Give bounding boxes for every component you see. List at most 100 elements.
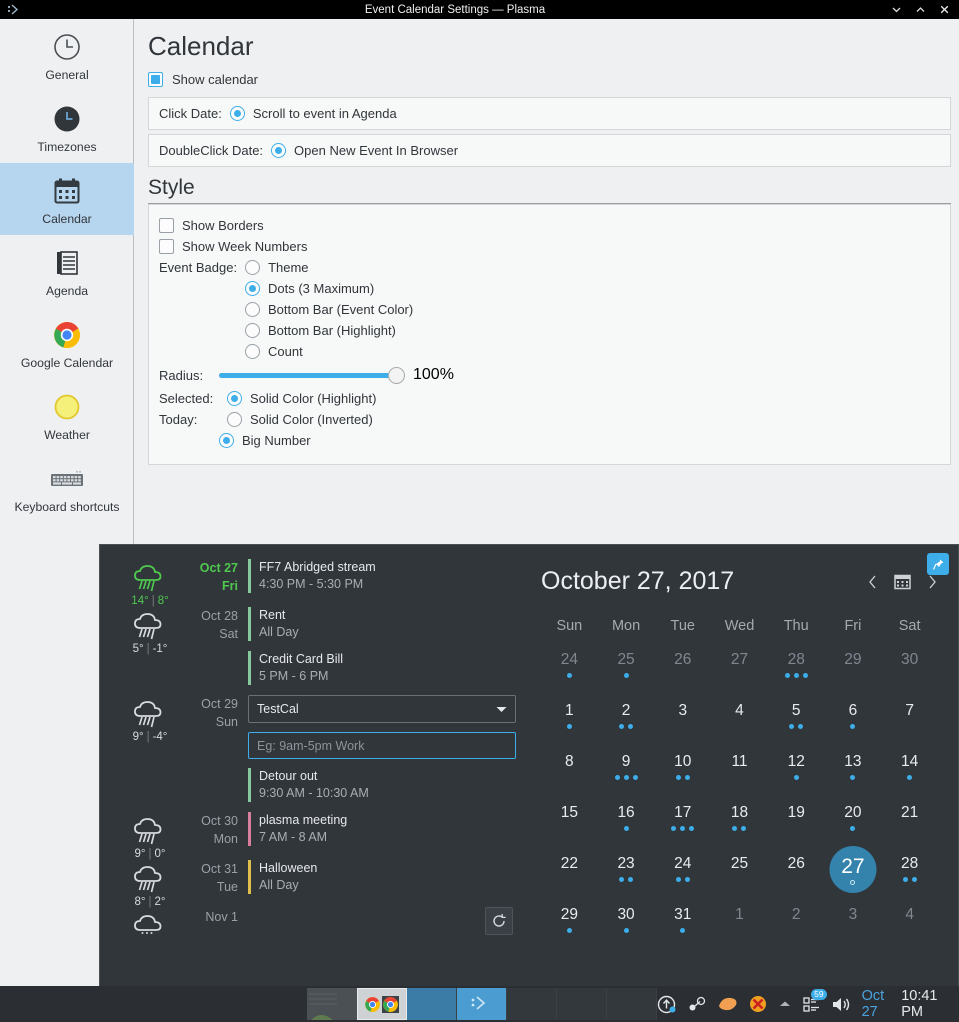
calendar-day-cell[interactable]: 1 — [711, 899, 768, 950]
sidebar-item-agenda[interactable]: Agenda — [0, 235, 134, 307]
calendar-day-cell[interactable]: 9 — [598, 746, 655, 797]
calendar-day-cell[interactable]: 25 — [711, 848, 768, 899]
prev-month-icon[interactable] — [867, 574, 878, 590]
calendar-day-cell[interactable]: 24 — [654, 848, 711, 899]
calendar-day-cell[interactable]: 7 — [881, 695, 938, 746]
agenda-event[interactable]: Detour out 9:30 AM - 10:30 AM — [248, 768, 531, 802]
agenda-day-row[interactable]: Nov 1 — [100, 908, 531, 939]
calendar-day-cell[interactable]: 11 — [711, 746, 768, 797]
maximize-icon[interactable] — [908, 0, 932, 19]
calendar-day-cell[interactable]: 29 — [541, 899, 598, 950]
sidebar-item-weather[interactable]: Weather — [0, 379, 134, 451]
agenda-event[interactable]: Credit Card Bill 5 PM - 6 PM — [248, 651, 531, 685]
show-week-numbers-checkbox[interactable] — [159, 239, 174, 254]
agenda-event[interactable]: Halloween All Day — [248, 860, 531, 894]
event-badge-radio-dots[interactable] — [245, 281, 260, 296]
updates-icon[interactable] — [657, 995, 676, 1014]
today-row-solid-color-inverted[interactable]: Today: Solid Color (Inverted) — [159, 409, 938, 430]
calendar-day-cell[interactable]: 13 — [825, 746, 882, 797]
calendar-day-cell[interactable]: 2 — [598, 695, 655, 746]
calendar-day-cell[interactable]: 27 — [711, 644, 768, 695]
selected-row[interactable]: Selected: Solid Color (Highlight) — [159, 388, 938, 409]
event-badge-radio-count[interactable] — [245, 344, 260, 359]
calendar-day-cell[interactable]: 6 — [825, 695, 882, 746]
calendar-day-cell[interactable]: 21 — [881, 797, 938, 848]
taskbar-clock[interactable]: Oct 27 10:41 PM — [862, 988, 950, 1020]
event-badge-radio-bottom-bar-event-color[interactable] — [245, 302, 260, 317]
calendar-day-cell[interactable]: 26 — [654, 644, 711, 695]
month-grid[interactable]: 24 25 26 27 28 29 30 1 2 3 4 5 6 7 8 9 10 11 12 13 14 15 16 17 1… — [541, 644, 938, 950]
calendar-day-cell[interactable]: 4 — [881, 899, 938, 950]
calendar-day-cell[interactable]: 12 — [768, 746, 825, 797]
calendar-day-cell[interactable]: 18 — [711, 797, 768, 848]
sidebar-item-timezones[interactable]: Timezones — [0, 91, 134, 163]
event-badge-row-dots[interactable]: Dots (3 Maximum) — [245, 278, 938, 299]
minimize-icon[interactable] — [884, 0, 908, 19]
calendar-day-cell[interactable]: 23 — [598, 848, 655, 899]
task-empty-slot-3[interactable] — [606, 988, 657, 1020]
agenda-day-row[interactable]: 9° | 0° Oct 30 Mon plasma meeting 7 AM - 8 AM — [100, 812, 531, 860]
event-badge-radio-theme[interactable] — [245, 260, 261, 275]
month-picker-icon[interactable] — [894, 573, 911, 590]
calendar-day-cell[interactable]: 22 — [541, 848, 598, 899]
pin-icon[interactable] — [927, 553, 949, 575]
show-borders-checkbox[interactable] — [159, 218, 174, 233]
show-hidden-icon[interactable] — [778, 999, 792, 1009]
calendar-day-cell[interactable]: 27 — [825, 846, 882, 899]
show-week-numbers-row[interactable]: Show Week Numbers — [159, 236, 938, 257]
selected-radio-solid-color-highlight[interactable] — [227, 391, 242, 406]
event-badge-row-bottom-bar-event-color[interactable]: Bottom Bar (Event Color) — [245, 299, 938, 320]
show-calendar-checkbox[interactable] — [148, 72, 163, 87]
new-event-input[interactable]: Eg: 9am-5pm Work — [248, 732, 516, 759]
event-badge-row-bottom-bar-highlight[interactable]: Bottom Bar (Highlight) — [245, 320, 938, 341]
today-row-big-number[interactable]: Big Number — [159, 430, 938, 451]
taskbar-task-list[interactable] — [306, 988, 657, 1020]
calendar-day-cell[interactable]: 17 — [654, 797, 711, 848]
steam-icon[interactable] — [687, 996, 707, 1012]
calendar-day-cell[interactable]: 8 — [541, 746, 598, 797]
agenda-panel[interactable]: 14° | 8° Oct 27 Fri FF7 Abridged stream 4:30 P… — [100, 545, 531, 987]
agenda-day-row[interactable]: 9° | -4° Oct 29 Sun TestCal Eg: 9am-5pm Work De… — [100, 695, 531, 812]
notifications-icon[interactable]: 59 — [802, 989, 827, 1013]
task-empty-slot-2[interactable] — [556, 988, 607, 1020]
clementine-icon[interactable] — [718, 996, 738, 1012]
today-radio-solid-color-inverted[interactable] — [227, 412, 242, 427]
task-desktop-preview[interactable] — [306, 988, 357, 1020]
calendar-day-cell[interactable]: 19 — [768, 797, 825, 848]
calendar-day-cell[interactable]: 15 — [541, 797, 598, 848]
calendar-day-cell[interactable]: 26 — [768, 848, 825, 899]
event-badge-row-count[interactable]: Count — [245, 341, 938, 362]
reload-button[interactable] — [485, 907, 513, 935]
calendar-day-cell[interactable]: 10 — [654, 746, 711, 797]
radius-slider-handle[interactable] — [388, 366, 405, 384]
sidebar-item-calendar[interactable]: Calendar — [0, 163, 134, 236]
event-badge-radio-bottom-bar-highlight[interactable] — [245, 323, 260, 338]
radius-slider[interactable] — [219, 366, 405, 384]
show-borders-row[interactable]: Show Borders — [159, 215, 938, 236]
agenda-event[interactable]: Rent All Day — [248, 607, 531, 641]
agenda-day-row[interactable]: 14° | 8° Oct 27 Fri FF7 Abridged stream 4:30 P… — [100, 559, 531, 607]
calendar-day-cell[interactable]: 25 — [598, 644, 655, 695]
calendar-day-cell[interactable]: 4 — [711, 695, 768, 746]
calendar-day-cell[interactable]: 24 — [541, 644, 598, 695]
calendar-day-cell[interactable]: 30 — [881, 644, 938, 695]
calendar-day-cell[interactable]: 14 — [881, 746, 938, 797]
calendar-day-cell[interactable]: 28 — [768, 644, 825, 695]
volume-icon[interactable] — [831, 996, 851, 1013]
today-radio-big-number[interactable] — [219, 433, 234, 448]
sidebar-item-general[interactable]: General — [0, 19, 134, 91]
new-event-calendar-select[interactable]: TestCal — [248, 695, 516, 723]
show-calendar-row[interactable]: Show calendar — [135, 68, 959, 93]
click-date-radio[interactable] — [229, 106, 245, 121]
calendar-day-cell[interactable]: 3 — [825, 899, 882, 950]
agenda-event[interactable]: FF7 Abridged stream 4:30 PM - 5:30 PM — [248, 559, 531, 593]
agenda-day-row[interactable]: 5° | -1° Oct 28 Sat Rent All Day Credit Card Bi… — [100, 607, 531, 695]
calendar-day-cell[interactable]: 29 — [825, 644, 882, 695]
sidebar-item-keyboard-shortcuts[interactable]: Keyboard shortcuts — [0, 451, 134, 523]
doubleclick-date-radio[interactable] — [271, 143, 287, 158]
close-icon[interactable] — [932, 0, 956, 19]
calendar-day-cell[interactable]: 31 — [654, 899, 711, 950]
calendar-day-cell[interactable]: 20 — [825, 797, 882, 848]
calendar-day-cell[interactable]: 5 — [768, 695, 825, 746]
calendar-day-cell[interactable]: 3 — [654, 695, 711, 746]
